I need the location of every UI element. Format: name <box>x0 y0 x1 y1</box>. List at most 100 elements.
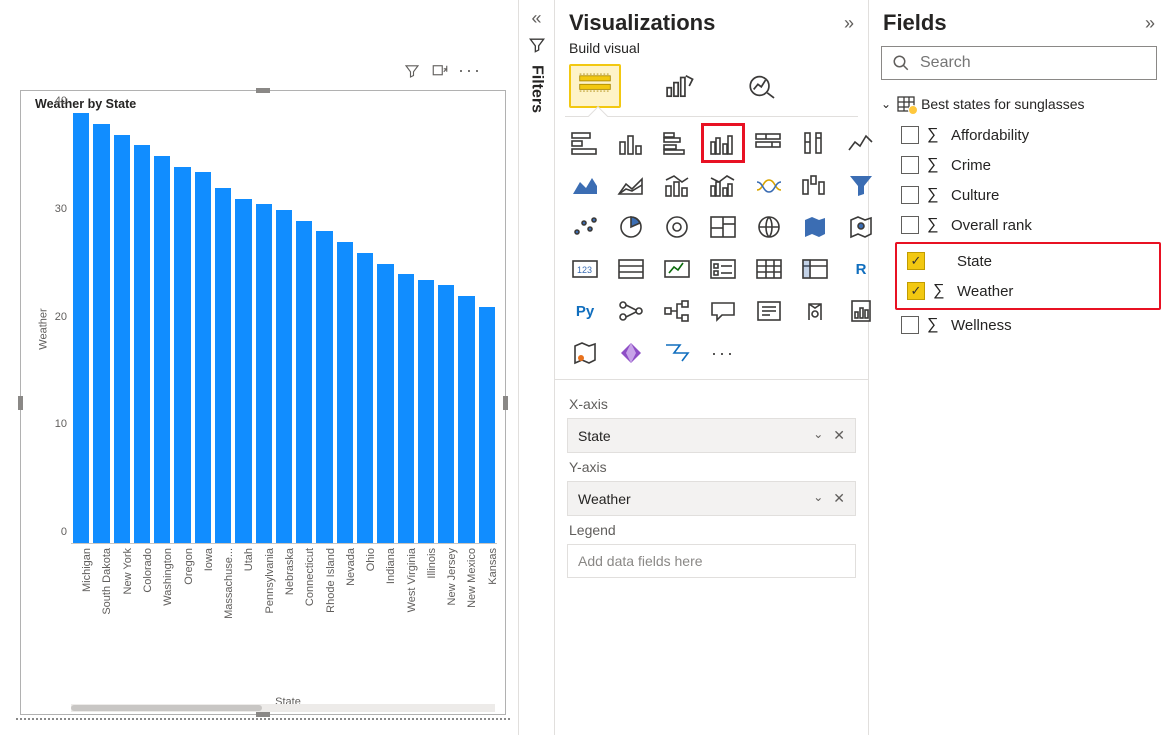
bar[interactable] <box>256 204 272 543</box>
bar[interactable] <box>195 172 211 543</box>
stacked-column-icon[interactable] <box>613 127 649 159</box>
resize-handle-top[interactable] <box>256 88 270 93</box>
hundred-stacked-column-icon[interactable] <box>797 127 833 159</box>
map-icon[interactable] <box>751 211 787 243</box>
filters-pane-collapsed[interactable]: « Filters <box>519 0 555 735</box>
pie-icon[interactable] <box>613 211 649 243</box>
bar[interactable] <box>276 210 292 543</box>
bar[interactable] <box>418 280 434 543</box>
bar[interactable] <box>134 145 150 543</box>
line-clustered-column-icon[interactable] <box>705 169 741 201</box>
clustered-column-icon[interactable] <box>705 127 741 159</box>
field-row[interactable]: ∑Crime <box>895 150 1161 180</box>
legend-well[interactable]: Add data fields here <box>567 544 856 578</box>
clustered-bar-icon[interactable] <box>659 127 695 159</box>
slicer-icon[interactable] <box>705 253 741 285</box>
bar[interactable] <box>174 167 190 543</box>
field-row[interactable]: ✓∑Weather <box>901 276 1155 306</box>
chevron-down-icon[interactable]: ⌄ <box>813 427 823 444</box>
checkbox[interactable]: ✓ <box>907 252 925 270</box>
collapse-icon[interactable]: « <box>531 8 541 29</box>
bar[interactable] <box>458 296 474 543</box>
azure-map-icon[interactable] <box>843 211 879 243</box>
field-row[interactable]: ∑Wellness <box>895 310 1161 340</box>
bar[interactable] <box>337 242 353 543</box>
table-expander[interactable]: ⌄ Best states for sunglasses <box>869 86 1169 116</box>
x-tick: Nevada <box>337 544 353 694</box>
line-chart-icon[interactable] <box>843 127 879 159</box>
r-visual-icon[interactable]: R <box>843 253 879 285</box>
bar[interactable] <box>377 264 393 544</box>
card-icon[interactable]: 123 <box>567 253 603 285</box>
field-row[interactable]: ∑Culture <box>895 180 1161 210</box>
decomposition-tree-icon[interactable] <box>659 295 695 327</box>
checkbox[interactable] <box>901 156 919 174</box>
remove-field-icon[interactable]: ✕ <box>833 427 845 444</box>
smart-narrative-icon[interactable] <box>751 295 787 327</box>
bar[interactable] <box>154 156 170 543</box>
paginated-report-icon[interactable] <box>843 295 879 327</box>
checkbox[interactable] <box>901 126 919 144</box>
waterfall-icon[interactable] <box>797 169 833 201</box>
matrix-icon[interactable] <box>797 253 833 285</box>
bar[interactable] <box>438 285 454 543</box>
checkbox[interactable] <box>901 316 919 334</box>
bar[interactable] <box>479 307 495 544</box>
checkbox[interactable] <box>901 216 919 234</box>
powerapps-icon[interactable] <box>613 337 649 369</box>
arcgis-icon[interactable] <box>567 337 603 369</box>
more-options-icon[interactable]: ··· <box>458 60 482 81</box>
x-axis-well[interactable]: State ⌄✕ <box>567 418 856 453</box>
sigma-icon: ∑ <box>933 282 949 300</box>
bar[interactable] <box>398 274 414 543</box>
search-input[interactable] <box>881 46 1157 80</box>
focus-mode-icon[interactable] <box>430 61 450 81</box>
python-visual-icon[interactable]: Py <box>567 295 603 327</box>
analytics-tab[interactable] <box>737 64 789 108</box>
filled-map-icon[interactable] <box>797 211 833 243</box>
horizontal-scrollbar[interactable] <box>71 704 495 712</box>
bar[interactable] <box>73 113 89 543</box>
checkbox[interactable]: ✓ <box>907 282 925 300</box>
funnel-icon[interactable] <box>843 169 879 201</box>
key-influencers-icon[interactable] <box>613 295 649 327</box>
area-chart-icon[interactable] <box>567 169 603 201</box>
bar[interactable] <box>93 124 109 543</box>
bar[interactable] <box>215 188 231 543</box>
format-visual-tab[interactable] <box>653 64 705 108</box>
chart-visual[interactable]: Weather by State Weather 010203040 Michi… <box>20 90 506 715</box>
scatter-icon[interactable] <box>567 211 603 243</box>
remove-field-icon[interactable]: ✕ <box>833 490 845 507</box>
stacked-area-icon[interactable] <box>613 169 649 201</box>
ribbon-chart-icon[interactable] <box>751 169 787 201</box>
stacked-bar-icon[interactable] <box>567 127 603 159</box>
checkbox[interactable] <box>901 186 919 204</box>
chevron-down-icon[interactable]: ⌄ <box>813 490 823 507</box>
expand-icon[interactable]: » <box>844 13 854 34</box>
field-row[interactable]: ∑Affordability <box>895 120 1161 150</box>
bar[interactable] <box>296 221 312 544</box>
filter-icon[interactable] <box>402 61 422 81</box>
donut-icon[interactable] <box>659 211 695 243</box>
bar[interactable] <box>235 199 251 543</box>
kpi-icon[interactable] <box>659 253 695 285</box>
line-stacked-column-icon[interactable] <box>659 169 695 201</box>
field-row[interactable]: ∑Overall rank <box>895 210 1161 240</box>
bar[interactable] <box>114 135 130 544</box>
get-more-visuals-icon[interactable]: ··· <box>705 337 741 369</box>
scrollbar-thumb[interactable] <box>71 705 262 711</box>
qna-icon[interactable] <box>705 295 741 327</box>
field-row[interactable]: ✓State <box>901 246 1155 276</box>
y-axis-well[interactable]: Weather ⌄✕ <box>567 481 856 516</box>
hundred-stacked-bar-icon[interactable] <box>751 127 787 159</box>
power-automate-icon[interactable] <box>659 337 695 369</box>
bar[interactable] <box>357 253 373 543</box>
goals-icon[interactable] <box>797 295 833 327</box>
report-canvas[interactable]: ··· Weather by State Weather 010203040 <box>0 0 519 735</box>
bar[interactable] <box>316 231 332 543</box>
build-visual-tab[interactable] <box>569 64 621 108</box>
multi-row-card-icon[interactable] <box>613 253 649 285</box>
expand-icon[interactable]: » <box>1145 13 1155 34</box>
treemap-icon[interactable] <box>705 211 741 243</box>
table-icon[interactable] <box>751 253 787 285</box>
